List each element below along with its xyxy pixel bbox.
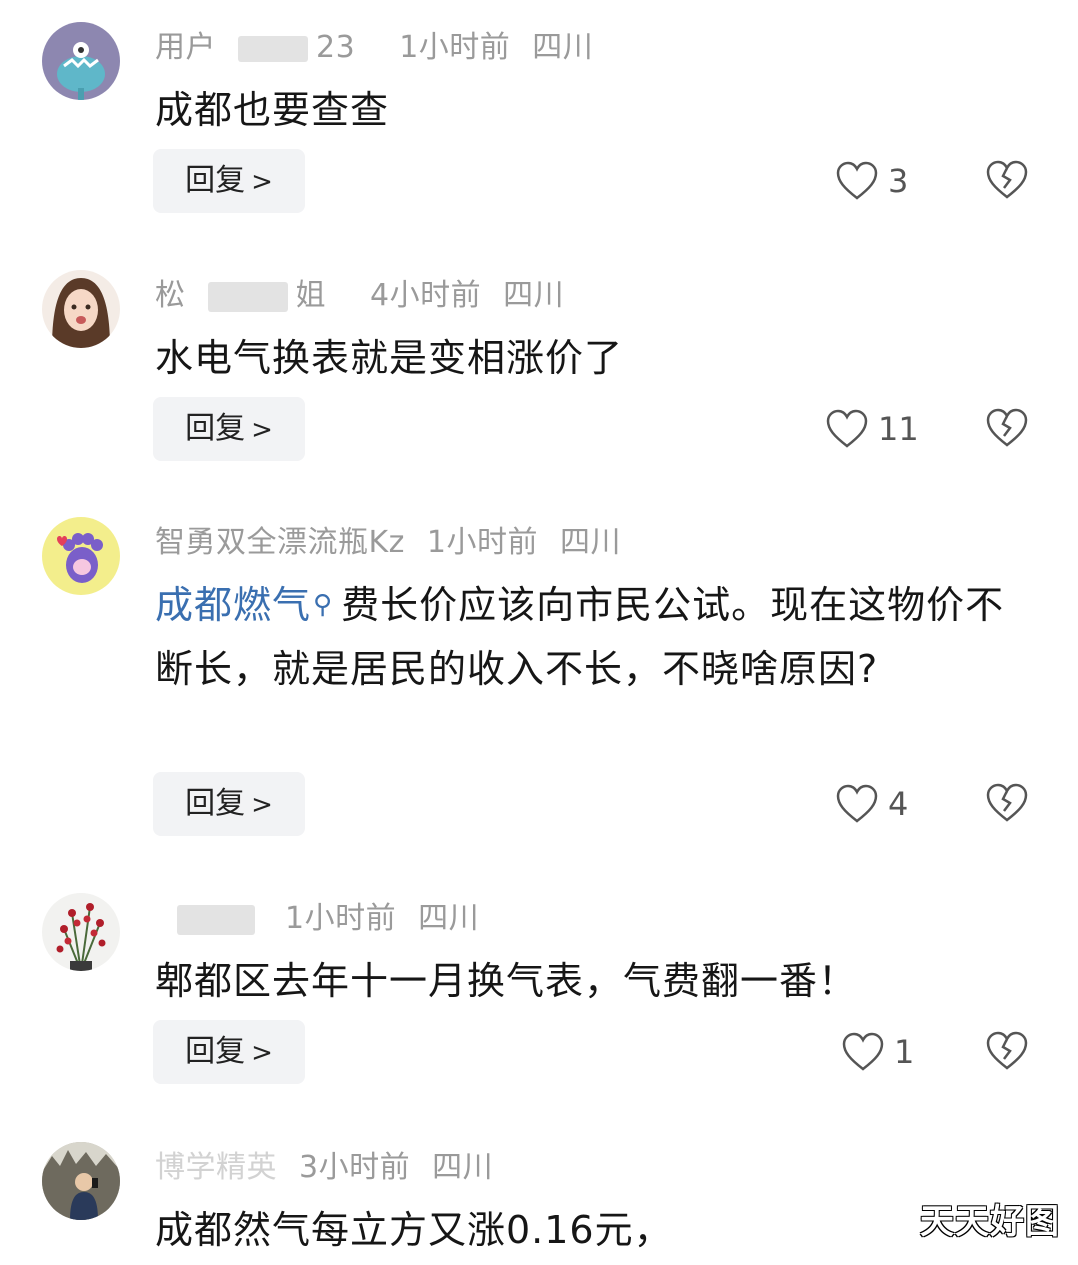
username: 松 bbox=[155, 278, 186, 313]
reply-label: 回复 bbox=[185, 1034, 246, 1069]
reply-label: 回复 bbox=[185, 163, 246, 198]
like-button[interactable]: 11 bbox=[826, 397, 919, 461]
comment-time: 3小时前 bbox=[299, 1150, 411, 1185]
comment-text: 水电气换表就是变相涨价了 bbox=[155, 336, 624, 380]
comment-text: 成都也要查查 bbox=[155, 88, 390, 132]
like-button[interactable]: 3 bbox=[836, 149, 908, 213]
watermark: 天天好图 bbox=[920, 1202, 1060, 1242]
comment-location: 四川 bbox=[532, 30, 594, 65]
comment-location: 四川 bbox=[432, 1150, 494, 1185]
comment-meta: 松 姐 4小时前 四川 bbox=[155, 274, 586, 318]
comment-text: 成都然气每立方又涨0.16元， bbox=[155, 1208, 673, 1252]
dislike-button[interactable] bbox=[986, 160, 1028, 202]
broken-heart-icon bbox=[986, 408, 1028, 447]
comment-text: 成都燃气⚲ 费长价应该向市民公试。现在这物价不断长，就是居民的收入不长，不晓啥原因… bbox=[155, 573, 1035, 701]
topic-link[interactable]: 成都燃气 bbox=[155, 583, 311, 627]
avatar[interactable] bbox=[42, 517, 120, 595]
like-count: 11 bbox=[878, 410, 919, 448]
comment-meta: 用户 23 1小时前 四川 bbox=[155, 26, 615, 70]
like-count: 1 bbox=[894, 1033, 915, 1071]
reply-button[interactable]: 回复 > bbox=[153, 1020, 305, 1084]
username: 用户 bbox=[155, 30, 216, 65]
heart-outline-icon bbox=[826, 409, 868, 448]
comment-time: 4小时前 bbox=[370, 278, 482, 313]
reply-label: 回复 bbox=[185, 786, 246, 821]
avatar[interactable] bbox=[42, 270, 120, 348]
search-icon: ⚲ bbox=[313, 590, 334, 620]
dislike-button[interactable] bbox=[986, 1031, 1028, 1073]
comment-meta: 博学精英 3小时前 四川 bbox=[155, 1146, 515, 1190]
broken-heart-icon bbox=[986, 1031, 1028, 1070]
comment-time: 1小时前 bbox=[285, 901, 397, 936]
comment-location: 四川 bbox=[503, 278, 565, 313]
reply-label: 回复 bbox=[185, 411, 246, 446]
chevron-right-icon: > bbox=[251, 167, 273, 197]
username-tail: 姐 bbox=[295, 278, 326, 313]
avatar[interactable] bbox=[42, 22, 120, 100]
avatar[interactable] bbox=[42, 893, 120, 971]
avatar[interactable] bbox=[42, 1142, 120, 1220]
reply-button[interactable]: 回复 > bbox=[153, 397, 305, 461]
like-count: 4 bbox=[888, 785, 909, 823]
broken-heart-icon bbox=[986, 160, 1028, 199]
username-tail: 23 bbox=[316, 30, 356, 65]
chevron-right-icon: > bbox=[251, 790, 273, 820]
chevron-right-icon: > bbox=[251, 415, 273, 445]
comment-meta: 智勇双全漂流瓶Kz 1小时前 四川 bbox=[155, 521, 643, 565]
dislike-button[interactable] bbox=[986, 783, 1028, 825]
dislike-button[interactable] bbox=[986, 408, 1028, 450]
comment-time: 1小时前 bbox=[426, 525, 539, 560]
chevron-right-icon: > bbox=[251, 1038, 273, 1068]
like-button[interactable]: 4 bbox=[836, 772, 908, 836]
username[interactable]: 智勇双全漂流瓶Kz bbox=[155, 525, 405, 560]
broken-heart-icon bbox=[986, 783, 1028, 822]
comment-time: 1小时前 bbox=[399, 30, 511, 65]
reply-button[interactable]: 回复 > bbox=[153, 772, 305, 836]
heart-outline-icon bbox=[842, 1032, 884, 1071]
username[interactable]: 博学精英 bbox=[155, 1150, 277, 1185]
heart-outline-icon bbox=[836, 161, 878, 200]
comment-text: 郫都区去年十一月换气表，气费翻一番！ bbox=[155, 959, 858, 1003]
reply-button[interactable]: 回复 > bbox=[153, 149, 305, 213]
comment-location: 四川 bbox=[418, 901, 480, 936]
like-button[interactable]: 1 bbox=[842, 1020, 914, 1084]
comment-meta: 1小时前 四川 bbox=[155, 897, 501, 941]
comment-location: 四川 bbox=[560, 525, 622, 560]
heart-outline-icon bbox=[836, 784, 878, 823]
like-count: 3 bbox=[888, 162, 909, 200]
